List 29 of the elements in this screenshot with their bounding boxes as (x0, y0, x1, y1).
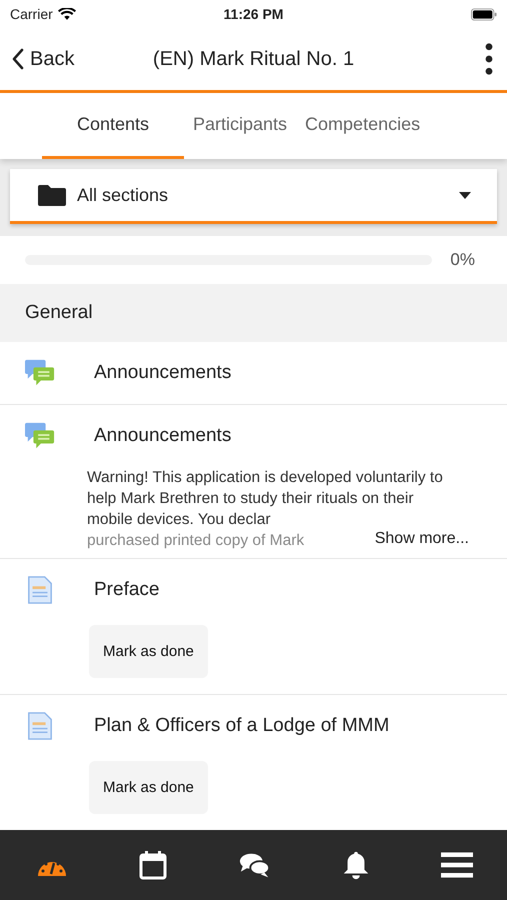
clock-time: 11:26 PM (222, 6, 284, 22)
announcement-text: purchased printed copy of Mark (87, 531, 304, 551)
mark-as-done-button[interactable]: Mark as done (89, 625, 208, 678)
activity-title[interactable]: Announcements (94, 362, 232, 384)
wifi-icon (58, 8, 76, 20)
document-icon (25, 576, 55, 604)
chat-bubbles-icon (25, 422, 55, 450)
folder-icon (38, 184, 66, 206)
tab[interactable]: Competencies (296, 93, 430, 159)
battery-icon (471, 8, 497, 20)
activity-title[interactable]: Announcements (94, 425, 232, 447)
chat-bubbles-icon (25, 359, 55, 387)
back-button[interactable]: Back (12, 48, 74, 70)
tab[interactable]: Participants (184, 93, 296, 159)
menu-icon[interactable] (441, 850, 473, 880)
announcement-text: Warning! This application is developed voluntarily to help Mark Brethren to study their rituals on their mobile devices. You declar (87, 468, 444, 530)
document-icon (25, 712, 55, 740)
section-header: General (0, 284, 507, 342)
caret-icon (459, 192, 471, 198)
more-options-icon[interactable] (485, 43, 493, 75)
activity-title[interactable]: Plan & Officers of a Lodge of MMM (94, 715, 390, 737)
section-dropdown[interactable]: All sections (10, 169, 497, 224)
carrier-label: Carrier (10, 6, 53, 22)
page-title: (EN) Mark Ritual No. 1 (152, 48, 356, 70)
activity-title[interactable]: Preface (94, 579, 160, 601)
progress-percent: 0% (450, 250, 475, 270)
calendar-icon[interactable] (137, 850, 170, 880)
mark-as-done-button[interactable]: Mark as done (89, 761, 208, 814)
chevron-icon (12, 48, 24, 70)
